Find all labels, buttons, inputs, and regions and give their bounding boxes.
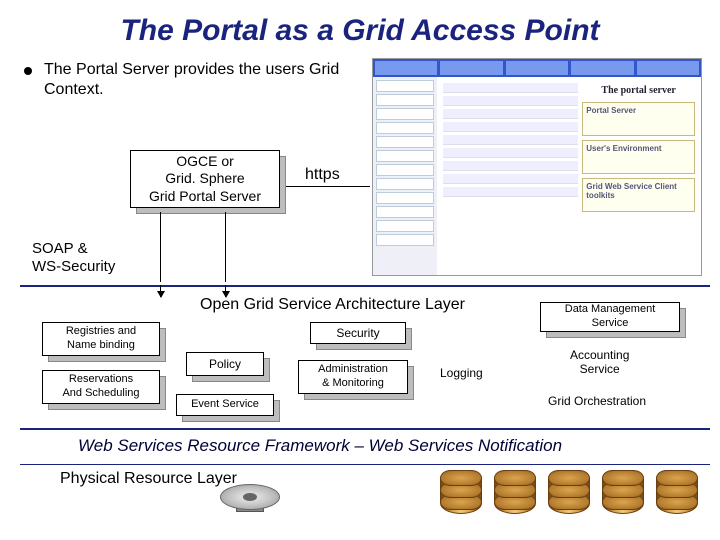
server-icon — [602, 470, 644, 518]
server-icon — [656, 470, 698, 518]
arrow-icon — [160, 285, 161, 297]
label-soap: SOAP & WS-Security — [32, 240, 115, 276]
text-wsrf: Web Services Resource Framework – Web Se… — [78, 436, 562, 456]
arrow-icon — [225, 285, 226, 297]
screenshot-tabs — [373, 59, 701, 77]
heading-physical: Physical Resource Layer — [60, 470, 237, 488]
disk-icon — [220, 476, 280, 512]
screenshot-heading: The portal server — [582, 83, 695, 98]
server-icon — [494, 470, 536, 518]
screenshot-sidebar — [373, 77, 437, 275]
line-https — [286, 186, 370, 187]
box-policy: Policy — [186, 352, 264, 376]
divider-mid — [20, 428, 710, 430]
divider-bottom — [20, 464, 710, 465]
label-https: https — [305, 165, 340, 184]
label-logging: Logging — [440, 366, 483, 380]
box-event-service: Event Service — [176, 394, 274, 416]
box-registries: Registries and Name binding — [42, 322, 160, 356]
heading-ogsa: Open Grid Service Architecture Layer — [200, 296, 465, 314]
label-accounting: Accounting Service — [570, 348, 629, 377]
divider-top — [20, 285, 710, 287]
bullet-icon — [24, 67, 32, 75]
portal-screenshot: The portal server Portal Server User's E… — [372, 58, 702, 276]
connector-line — [225, 212, 226, 282]
box-data-mgmt: Data Management Service — [540, 302, 680, 332]
screenshot-panel-portal: Portal Server — [582, 102, 695, 136]
slide-title: The Portal as a Grid Access Point — [0, 0, 720, 58]
box-portal-server: OGCE or Grid. Sphere Grid Portal Server — [130, 150, 280, 208]
bullet-text: The Portal Server provides the users Gri… — [44, 60, 344, 100]
box-admin: Administration & Monitoring — [298, 360, 408, 394]
label-grid-orch: Grid Orchestration — [548, 394, 646, 408]
screenshot-panel-toolkits: Grid Web Service Client toolkits — [582, 178, 695, 212]
screenshot-list — [443, 83, 578, 269]
screenshot-panel-userenv: User's Environment — [582, 140, 695, 174]
box-security: Security — [310, 322, 406, 344]
box-reservations: Reservations And Scheduling — [42, 370, 160, 404]
server-icon — [440, 470, 482, 518]
server-icon — [548, 470, 590, 518]
connector-line — [160, 212, 161, 282]
